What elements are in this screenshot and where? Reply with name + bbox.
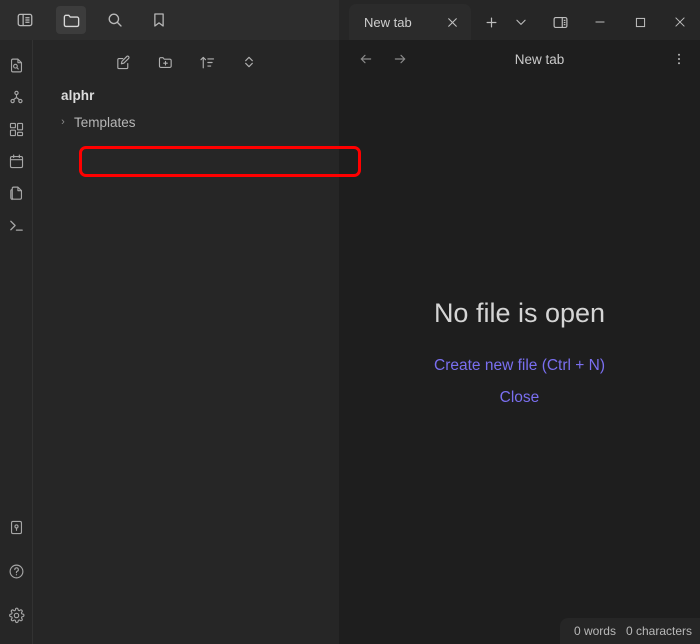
editor-pane: New tab New tab No file is open Create n… <box>339 0 700 644</box>
files-panel: alphr › Templates <box>33 40 361 644</box>
search-icon <box>106 11 124 29</box>
minimize-icon <box>593 15 607 29</box>
close-icon <box>673 15 687 29</box>
sidebar-toggle-icon <box>16 11 34 29</box>
left-body: alphr › Templates <box>0 40 361 644</box>
status-bar: 0 words 0 characters <box>559 618 700 644</box>
editor-navbar: New tab <box>339 40 700 78</box>
collapse-expand-icon <box>241 54 257 70</box>
sidebar-toggle-button[interactable] <box>10 6 40 34</box>
chevron-down-icon <box>514 15 528 29</box>
maximize-button[interactable] <box>620 5 660 39</box>
create-new-file-link[interactable]: Create new file (Ctrl + N) <box>434 357 605 375</box>
close-window-button[interactable] <box>660 5 700 39</box>
new-folder-icon <box>157 54 174 71</box>
canvas-grid-icon <box>8 121 25 138</box>
folder-icon <box>62 11 81 30</box>
close-link[interactable]: Close <box>500 389 540 407</box>
help-circle-icon <box>8 563 25 580</box>
vault-name-label: alphr <box>61 88 95 103</box>
right-sidebar-toggle-icon <box>552 14 569 31</box>
left-column: alphr › Templates <box>0 0 361 644</box>
tree-item-label: Templates <box>74 114 136 130</box>
bookmark-icon <box>150 11 168 29</box>
bookmarks-tab-button[interactable] <box>144 6 174 34</box>
file-tree: › Templates <box>33 105 339 135</box>
tab-strip: New tab <box>339 0 700 40</box>
navigate-forward-button[interactable] <box>387 46 413 72</box>
rail-bottom-group <box>3 514 29 644</box>
vault-key-icon <box>8 519 25 536</box>
terminal-icon <box>8 217 25 234</box>
tab-list-button[interactable] <box>507 9 535 35</box>
files-tab-button[interactable] <box>56 6 86 34</box>
help-button[interactable] <box>3 558 29 584</box>
minimize-button[interactable] <box>580 5 620 39</box>
files-toolbar <box>33 40 339 78</box>
editor-nav-title: New tab <box>514 51 565 67</box>
sort-order-button[interactable] <box>195 50 219 74</box>
canvas-button[interactable] <box>3 116 29 142</box>
word-count-label: 0 words <box>573 624 616 638</box>
graph-icon <box>8 89 25 106</box>
settings-button[interactable] <box>3 602 29 628</box>
daily-notes-button[interactable] <box>3 148 29 174</box>
new-note-button[interactable] <box>111 50 135 74</box>
chevron-right-icon[interactable]: › <box>55 116 71 128</box>
icon-rail <box>0 40 33 644</box>
copy-pages-icon <box>8 185 25 202</box>
tab-close-button[interactable] <box>441 11 463 33</box>
tab-title: New tab <box>364 14 412 30</box>
more-vertical-icon <box>671 51 687 67</box>
collapse-expand-button[interactable] <box>237 50 261 74</box>
maximize-icon <box>634 16 647 29</box>
app-window: alphr › Templates New tab New tab No fil… <box>0 0 700 644</box>
window-controls <box>540 4 700 40</box>
right-sidebar-toggle-button[interactable] <box>540 5 580 39</box>
character-count-label: 0 characters <box>625 624 692 638</box>
vault-button[interactable] <box>3 514 29 540</box>
graph-view-button[interactable] <box>3 84 29 110</box>
terminal-button[interactable] <box>3 212 29 238</box>
templates-button[interactable] <box>3 180 29 206</box>
calendar-icon <box>8 153 25 170</box>
new-note-pencil-icon <box>115 54 132 71</box>
new-folder-button[interactable] <box>153 50 177 74</box>
tree-item-templates[interactable]: › Templates <box>41 109 331 135</box>
plus-icon <box>484 15 499 30</box>
navigate-back-button[interactable] <box>353 46 379 72</box>
editor-empty-state: No file is open Create new file (Ctrl + … <box>339 78 700 644</box>
tab-new-tab[interactable]: New tab <box>349 4 471 40</box>
editor-more-options-button[interactable] <box>666 46 692 72</box>
empty-state-title: No file is open <box>433 298 606 328</box>
file-properties-button[interactable] <box>3 52 29 78</box>
left-top-bar <box>0 0 339 40</box>
arrow-left-icon <box>358 51 374 67</box>
sort-icon <box>199 54 216 71</box>
arrow-right-icon <box>392 51 408 67</box>
search-tab-button[interactable] <box>100 6 130 34</box>
gear-icon <box>8 607 25 624</box>
file-search-icon <box>8 57 25 74</box>
annotation-highlight-box <box>79 146 361 177</box>
new-tab-button[interactable] <box>477 9 505 35</box>
tab-controls <box>477 4 535 40</box>
